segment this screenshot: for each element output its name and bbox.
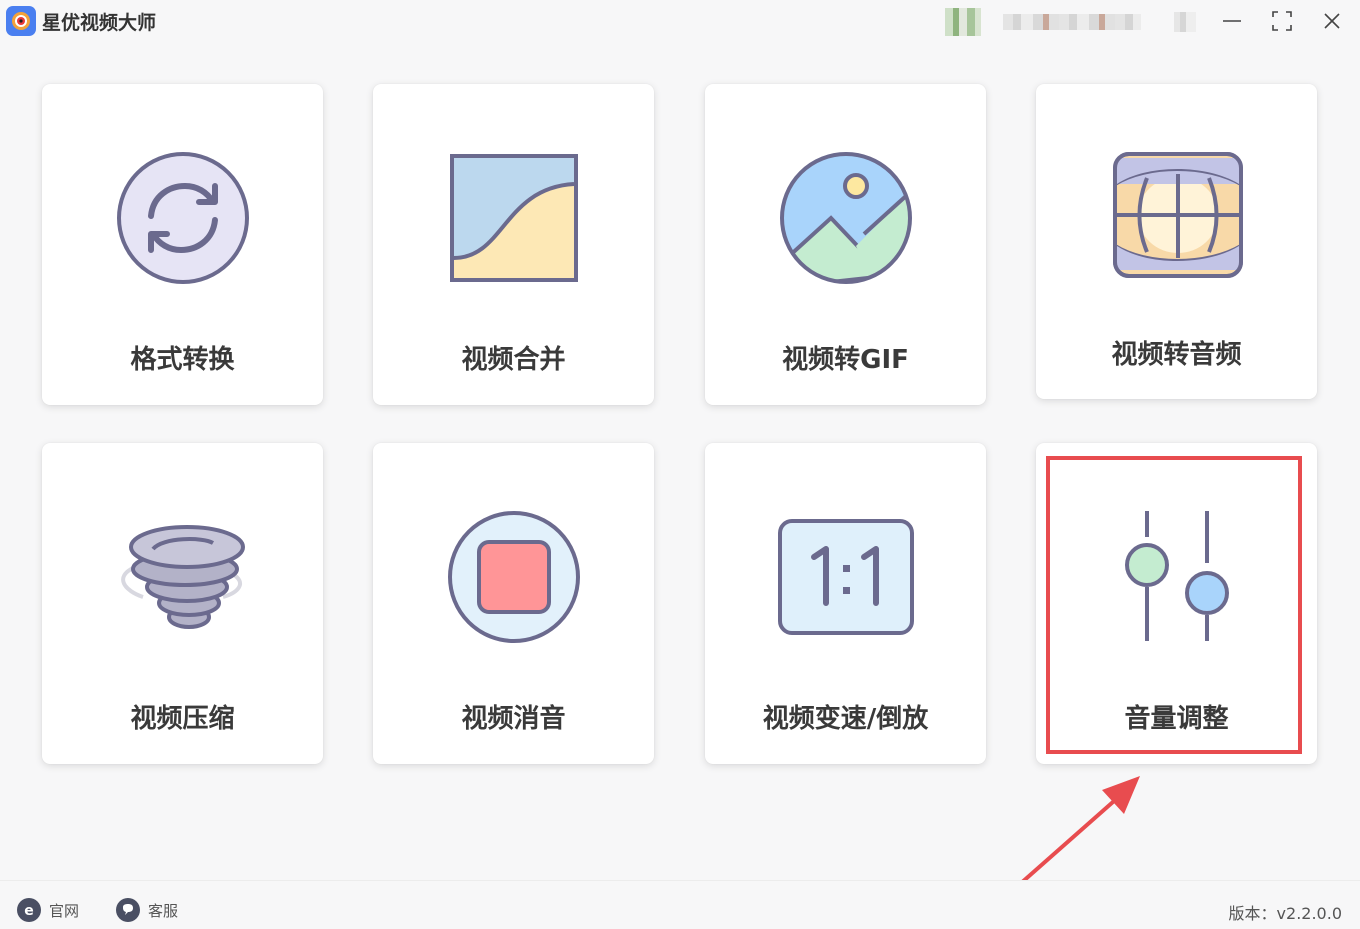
app-logo-icon bbox=[6, 6, 36, 36]
merge-icon bbox=[444, 148, 584, 288]
card-video-to-audio[interactable]: 视频转音频 bbox=[1036, 84, 1317, 399]
close-button[interactable] bbox=[1317, 6, 1347, 36]
tornado-compress-icon bbox=[113, 507, 253, 647]
card-video-mute[interactable]: 视频消音 bbox=[373, 443, 654, 764]
card-format-convert[interactable]: 格式转换 bbox=[42, 84, 323, 405]
minimize-icon bbox=[1223, 20, 1241, 22]
minimize-button[interactable] bbox=[1217, 6, 1247, 36]
card-label: 格式转换 bbox=[130, 345, 235, 375]
footer: e 官网 客服 版本：v2.2.0.0 bbox=[0, 880, 1360, 929]
card-video-to-gif[interactable]: 视频转GIF bbox=[705, 84, 986, 405]
card-video-compress[interactable]: 视频压缩 bbox=[42, 443, 323, 764]
annotation-arrow-icon bbox=[1018, 776, 1140, 886]
ratio-speed-icon bbox=[776, 507, 916, 647]
gif-image-icon bbox=[776, 148, 916, 288]
chat-bubble-icon bbox=[116, 898, 140, 922]
card-label: 视频压缩 bbox=[130, 704, 235, 734]
website-link[interactable]: e 官网 bbox=[17, 898, 79, 922]
stop-mute-icon bbox=[444, 507, 584, 647]
convert-icon bbox=[113, 148, 253, 288]
maximize-icon bbox=[1272, 11, 1292, 31]
website-label: 官网 bbox=[49, 901, 80, 920]
app-title: 星优视频大师 bbox=[42, 12, 157, 34]
version-text: 版本：v2.2.0.0 bbox=[1228, 904, 1342, 923]
card-label: 视频合并 bbox=[461, 345, 566, 375]
title-bar: 星优视频大师 bbox=[0, 0, 1360, 42]
close-icon bbox=[1324, 13, 1340, 29]
highlight-annotation-box bbox=[1046, 456, 1302, 754]
maximize-button[interactable] bbox=[1267, 6, 1297, 36]
user-account[interactable] bbox=[945, 8, 1145, 36]
card-label: 视频消音 bbox=[461, 704, 566, 734]
card-label: 视频变速/倒放 bbox=[762, 704, 929, 734]
username-blurred bbox=[1003, 14, 1141, 30]
card-video-merge[interactable]: 视频合并 bbox=[373, 84, 654, 405]
avatar[interactable] bbox=[945, 8, 981, 36]
card-video-speed-reverse[interactable]: 视频变速/倒放 bbox=[705, 443, 986, 764]
audio-globe-icon bbox=[1107, 148, 1247, 288]
svg-text:e: e bbox=[24, 903, 34, 918]
card-label: 视频转音频 bbox=[1111, 340, 1242, 370]
support-label: 客服 bbox=[148, 901, 179, 920]
support-link[interactable]: 客服 bbox=[116, 898, 178, 922]
card-label: 视频转GIF bbox=[782, 345, 909, 375]
ie-browser-icon: e bbox=[17, 898, 41, 922]
account-badge-blurred bbox=[1174, 12, 1196, 32]
